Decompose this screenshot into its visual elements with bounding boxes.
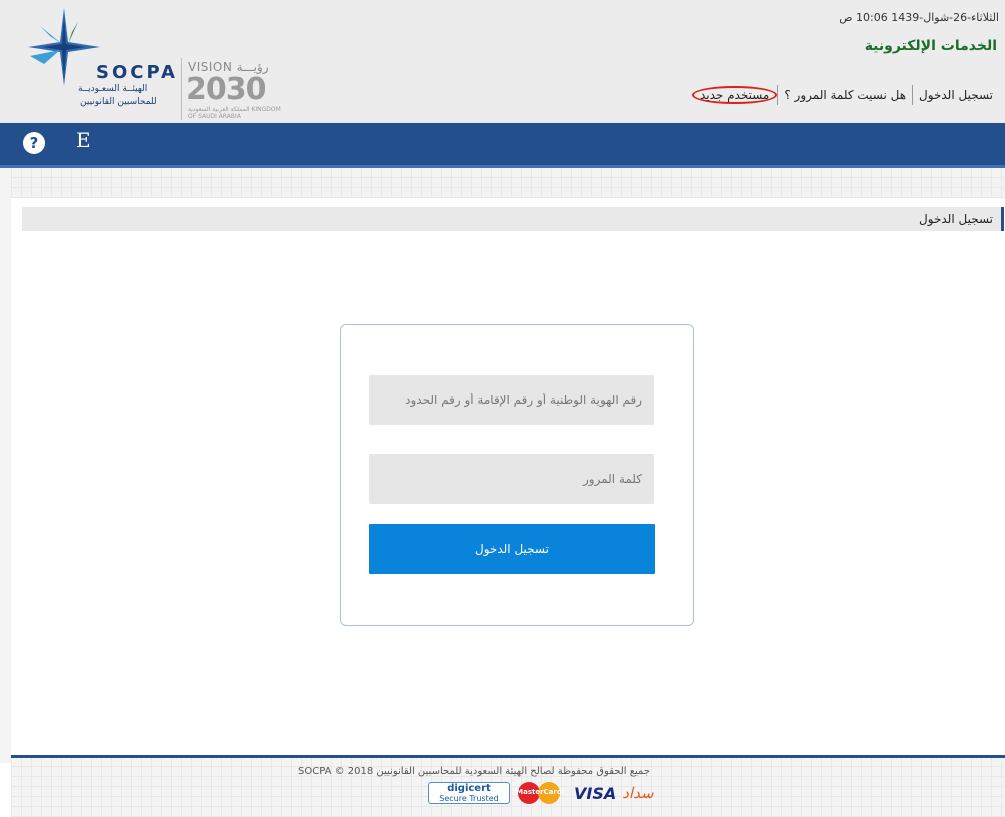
password-input[interactable] [369, 454, 654, 504]
socpa-arabic-line-2: للمحاسبين القانونيين [80, 97, 157, 107]
help-icon[interactable]: ? [23, 132, 45, 154]
nav-new-user-link[interactable]: مستخدم جديد [691, 86, 778, 104]
nav-divider [777, 85, 779, 105]
payment-badges: digicert Secure Trusted MasterCard VISA … [428, 781, 654, 805]
visa-logo: VISA [574, 783, 617, 803]
main-toolbar [0, 123, 1005, 168]
header-nav: تسجيل الدخول هل نسيت كلمة المرور ؟ مستخد… [691, 85, 999, 105]
mastercard-logo: MasterCard [516, 782, 568, 804]
vision-year: 2030 [186, 72, 266, 107]
decorative-pattern-band [11, 168, 1005, 198]
breadcrumb-current: تسجيل الدخول [919, 212, 993, 226]
vision-subtitle: المملكة العربية السعودية KINGDOM OF SAUD… [188, 106, 281, 120]
nav-forgot-password-link[interactable]: هل نسيت كلمة المرور ؟ [778, 88, 912, 102]
copyright-text: جميع الحقوق محفوظة لصالح الهيئة السعودية… [298, 766, 651, 777]
digicert-label: digicert [447, 783, 491, 794]
breadcrumb-accent [1001, 207, 1004, 231]
socpa-arabic-line-1: الهيئــة السعـوديــة [78, 84, 148, 94]
login-submit-button[interactable]: تسجيل الدخول [369, 524, 655, 574]
vision-2030-logo: VISION رؤيـــة 2030 المملكة العربية السع… [178, 56, 288, 122]
current-date: الثلاثاء-26-شوال-1439 10:06 ص [839, 11, 999, 24]
language-toggle-button[interactable]: E [76, 128, 91, 152]
nav-login-link[interactable]: تسجيل الدخول [913, 88, 999, 102]
mastercard-label: MasterCard [516, 788, 562, 796]
star-logo-icon [28, 8, 100, 86]
sadad-logo: سداد [622, 784, 654, 802]
digicert-sublabel: Secure Trusted [439, 794, 499, 803]
digicert-badge[interactable]: digicert Secure Trusted [428, 782, 510, 804]
socpa-logo[interactable]: SOCPA الهيئــة السعـوديــة للمحاسبين الق… [18, 6, 288, 120]
nav-divider [912, 85, 914, 105]
breadcrumb [22, 207, 1004, 231]
eservices-title: الخدمات الإلكترونية [864, 38, 997, 54]
national-id-input[interactable] [369, 375, 654, 425]
left-gutter [0, 123, 11, 763]
socpa-wordmark: SOCPA [96, 62, 178, 83]
